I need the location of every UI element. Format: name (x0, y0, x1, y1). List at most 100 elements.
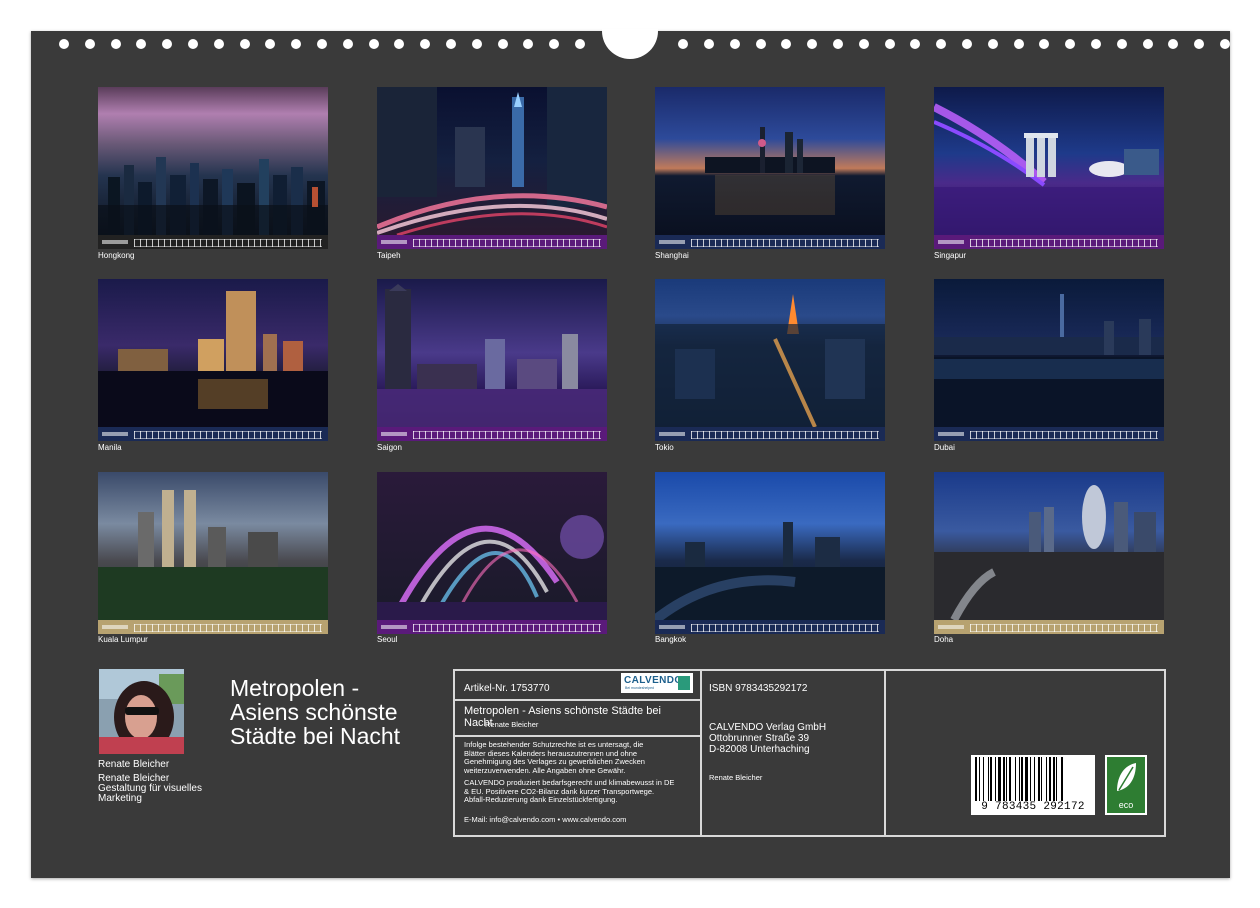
barcode-bar (1025, 757, 1028, 801)
barcode-bar (1052, 757, 1055, 801)
publisher-info-box: Artikel-Nr. 1753770 CALVENDO Bei mundesh… (453, 669, 1166, 837)
barcode-bar (1041, 757, 1043, 801)
binding-hole (188, 39, 198, 49)
binding-hole (730, 39, 740, 49)
binding-hole (59, 39, 69, 49)
binding-hole (678, 39, 688, 49)
binding-hole (343, 39, 353, 49)
eco-notice: CALVENDO produziert bedarfsgerecht und k… (464, 778, 698, 805)
product-title-line-1: Metropolen - Asiens schönste Städte bei (464, 705, 661, 717)
barcode-bar (1015, 757, 1016, 801)
calendar-back-page: Hongkong Taipeh Shanghai Singapur Manila… (31, 29, 1230, 878)
publisher-name: CALVENDO Verlag GmbH (709, 722, 827, 733)
caption-tokio: Tokio (655, 443, 674, 452)
seoul-photo (377, 472, 607, 620)
singapur-photo (934, 87, 1164, 235)
barcode-bar (1061, 757, 1064, 801)
binding-hole (472, 39, 482, 49)
binding-hole (1168, 39, 1178, 49)
title-line-2: Asiens schönste (230, 699, 398, 725)
binding-hole (1091, 39, 1101, 49)
binding-hole (136, 39, 146, 49)
binding-hole (1117, 39, 1127, 49)
author-credit-role-2: Marketing (98, 793, 142, 804)
calvendo-logo-subtext: Bei mundeshelped (625, 686, 654, 690)
caption-bangkok: Bangkok (655, 635, 687, 644)
caption-taipeh: Taipeh (377, 251, 401, 260)
divider (700, 671, 702, 835)
binding-hole (1065, 39, 1075, 49)
thumbnail-seoul (377, 472, 607, 634)
binding-hole (394, 39, 404, 49)
taipeh-photo (377, 87, 607, 235)
legal-notice: Infolge bestehender Schutzrechte ist es … (464, 740, 696, 775)
barcode-bar (1048, 757, 1051, 801)
binding-hole (1014, 39, 1024, 49)
binding-hole (214, 39, 224, 49)
thumbnail-tokio (655, 279, 885, 441)
barcode-bar (987, 757, 989, 801)
binding-hole (885, 39, 895, 49)
binding-hole (240, 39, 250, 49)
binding-hole (910, 39, 920, 49)
caption-singapur: Singapur (934, 251, 967, 260)
barcode-bar (990, 757, 992, 801)
binding-hole (936, 39, 946, 49)
eco-line-3: Abfall-Reduzierung dank Einzelstückferti… (464, 795, 618, 804)
barcode-bar (975, 757, 977, 801)
binding-hole (1194, 39, 1204, 49)
thumbnail-manila (98, 279, 328, 441)
saigon-photo (377, 279, 607, 427)
eco-label: eco (1118, 800, 1134, 810)
thumbnail-dubai (934, 279, 1164, 441)
barcode-bar (982, 757, 984, 801)
date-strip (655, 427, 885, 441)
thumbnail-doha (934, 472, 1164, 634)
date-strip (934, 620, 1164, 634)
binding-hole (833, 39, 843, 49)
tokio-photo (655, 279, 885, 427)
leaf-icon (1117, 763, 1136, 791)
binding-hole (988, 39, 998, 49)
date-strip (377, 427, 607, 441)
binding-hole (549, 39, 559, 49)
publisher-city: D-82008 Unterhaching (709, 744, 810, 755)
binding-hole (1220, 39, 1230, 49)
publisher-address: CALVENDO Verlag GmbH Ottobrunner Straße … (709, 722, 826, 755)
binding-hole (498, 39, 508, 49)
barcode-bar (1030, 757, 1031, 801)
binding-hole (523, 39, 533, 49)
date-strip (934, 235, 1164, 249)
publisher-street: Ottobrunner Straße 39 (709, 733, 810, 744)
date-strip (934, 427, 1164, 441)
binding-hole (704, 39, 714, 49)
hanger-notch (602, 29, 658, 59)
isbn: ISBN 9783435292172 (709, 683, 808, 694)
isbn-barcode: 9 783435 292172 (971, 755, 1095, 815)
barcode-bar (978, 757, 980, 801)
binding-hole (420, 39, 430, 49)
hongkong-photo (98, 87, 328, 235)
date-strip (98, 620, 328, 634)
caption-dubai: Dubai (934, 443, 955, 452)
legal-line-4: weiterzuverwenden. Alle Angaben ohne Gew… (464, 765, 626, 775)
dubai-photo (934, 279, 1164, 427)
barcode-bar (1008, 757, 1011, 801)
article-number: Artikel-Nr. 1753770 (464, 683, 550, 694)
binding-hole (162, 39, 172, 49)
date-strip (655, 620, 885, 634)
barcode-number: 9 783435 292172 (981, 801, 1085, 813)
eco-badge: eco (1105, 755, 1147, 815)
caption-shanghai: Shanghai (655, 251, 689, 260)
thumbnail-bangkok (655, 472, 885, 634)
barcode-bar (995, 757, 996, 801)
binding-hole (111, 39, 121, 49)
binding-hole (85, 39, 95, 49)
date-strip (377, 620, 607, 634)
product-author: Renate Bleicher (485, 720, 539, 729)
divider (455, 735, 700, 737)
thumbnail-shanghai (655, 87, 885, 249)
barcode-bar (1037, 757, 1040, 801)
caption-hongkong: Hongkong (98, 251, 135, 260)
thumbnail-taipeh (377, 87, 607, 249)
